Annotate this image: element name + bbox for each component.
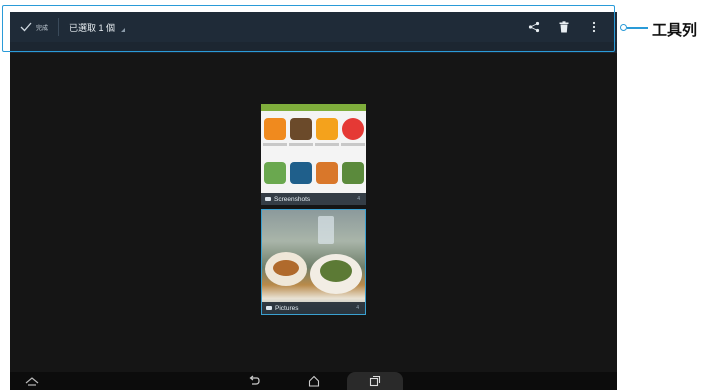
app-caption	[315, 143, 339, 146]
album-count: 4	[356, 305, 359, 311]
app-caption	[263, 143, 287, 146]
album-screenshots[interactable]: Screenshots 4	[261, 104, 366, 205]
album-count: 4	[357, 196, 360, 202]
recent-apps-icon	[369, 375, 381, 387]
album-label: Pictures 4	[262, 302, 365, 314]
app-tile	[342, 162, 364, 184]
tablet-screen: 完成 已選取 1 個 Screenshots 4 Pictures 4	[10, 12, 617, 390]
album-pictures[interactable]: Pictures 4	[261, 209, 366, 315]
callout-line	[627, 27, 648, 29]
app-tile	[290, 162, 312, 184]
album-name: Screenshots	[274, 195, 311, 203]
home-icon	[308, 375, 320, 387]
photo-plate	[265, 252, 307, 286]
album-label: Screenshots 4	[261, 193, 366, 205]
food-photo-thumbnail	[262, 210, 365, 314]
back-button[interactable]	[242, 372, 266, 390]
home-button[interactable]	[302, 372, 326, 390]
folder-icon	[266, 306, 272, 310]
recent-apps-button[interactable]	[347, 372, 403, 390]
app-caption	[289, 143, 313, 146]
photo-glass	[318, 216, 334, 244]
app-tile	[316, 162, 338, 184]
toolbar-callout-label: 工具列	[652, 22, 698, 39]
back-icon	[249, 375, 260, 385]
up-chevron-icon	[25, 377, 39, 386]
callout-dot	[620, 24, 627, 31]
app-caption	[341, 143, 365, 146]
app-tile	[342, 118, 364, 140]
app-tile	[264, 162, 286, 184]
photo-plate	[310, 254, 362, 294]
navigation-bar	[10, 372, 617, 390]
toolbar-highlight-frame	[2, 5, 615, 52]
app-tile	[290, 118, 312, 140]
screenshot-thumbnail-header	[261, 104, 366, 111]
folder-icon	[265, 197, 271, 201]
up-chevron-button[interactable]	[20, 372, 44, 390]
app-tile	[316, 118, 338, 140]
app-tile	[264, 118, 286, 140]
album-name: Pictures	[275, 304, 299, 312]
